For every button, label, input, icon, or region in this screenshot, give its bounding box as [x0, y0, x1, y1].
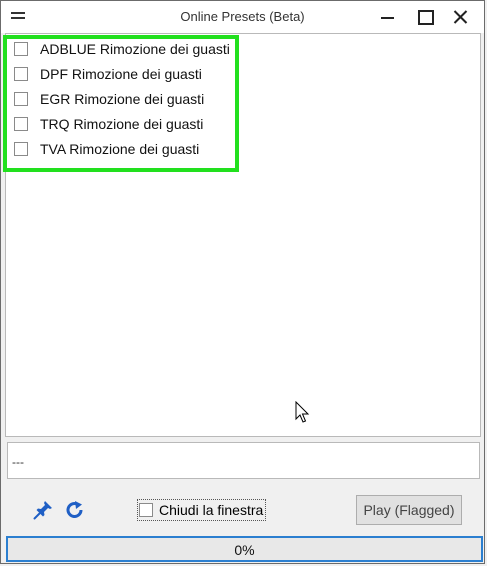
close-button[interactable] — [448, 5, 474, 29]
close-window-option[interactable]: Chiudi la finestra — [137, 499, 267, 521]
preset-label: TRQ Rimozione dei guasti — [40, 116, 204, 132]
preset-label: ADBLUE Rimozione dei guasti — [40, 41, 230, 57]
online-presets-window: Online Presets (Beta) ADBLUE Rimozione d… — [0, 0, 485, 564]
preset-label: DPF Rimozione dei guasti — [40, 66, 202, 82]
mouse-cursor-icon — [295, 401, 310, 423]
log-output[interactable]: --- — [7, 442, 480, 479]
preset-checkbox[interactable] — [14, 92, 28, 106]
progress-bar: 0% — [6, 536, 483, 562]
refresh-icon[interactable] — [65, 501, 85, 519]
maximize-button[interactable] — [412, 5, 438, 29]
preset-item-egr[interactable]: EGR Rimozione dei guasti — [14, 88, 204, 110]
preset-list: ADBLUE Rimozione dei guasti DPF Rimozion… — [3, 33, 481, 437]
title-bar: Online Presets (Beta) — [1, 1, 484, 33]
preset-label: TVA Rimozione dei guasti — [40, 141, 200, 157]
preset-checkbox[interactable] — [14, 67, 28, 81]
minimize-button[interactable] — [375, 5, 401, 29]
pin-icon[interactable] — [33, 500, 53, 520]
preset-label: EGR Rimozione dei guasti — [40, 91, 205, 107]
progress-text: 0% — [234, 542, 255, 558]
preset-item-adblue[interactable]: ADBLUE Rimozione dei guasti — [14, 38, 230, 60]
close-window-checkbox[interactable] — [139, 503, 153, 517]
close-window-label: Chiudi la finestra — [159, 502, 264, 518]
play-flagged-button[interactable]: Play (Flagged) — [356, 495, 462, 525]
preset-checkbox[interactable] — [14, 142, 28, 156]
preset-checkbox[interactable] — [14, 117, 28, 131]
log-text: --- — [12, 455, 24, 469]
preset-item-tva[interactable]: TVA Rimozione dei guasti — [14, 138, 199, 160]
preset-checkbox[interactable] — [14, 42, 28, 56]
preset-item-dpf[interactable]: DPF Rimozione dei guasti — [14, 63, 202, 85]
preset-item-trq[interactable]: TRQ Rimozione dei guasti — [14, 113, 203, 135]
